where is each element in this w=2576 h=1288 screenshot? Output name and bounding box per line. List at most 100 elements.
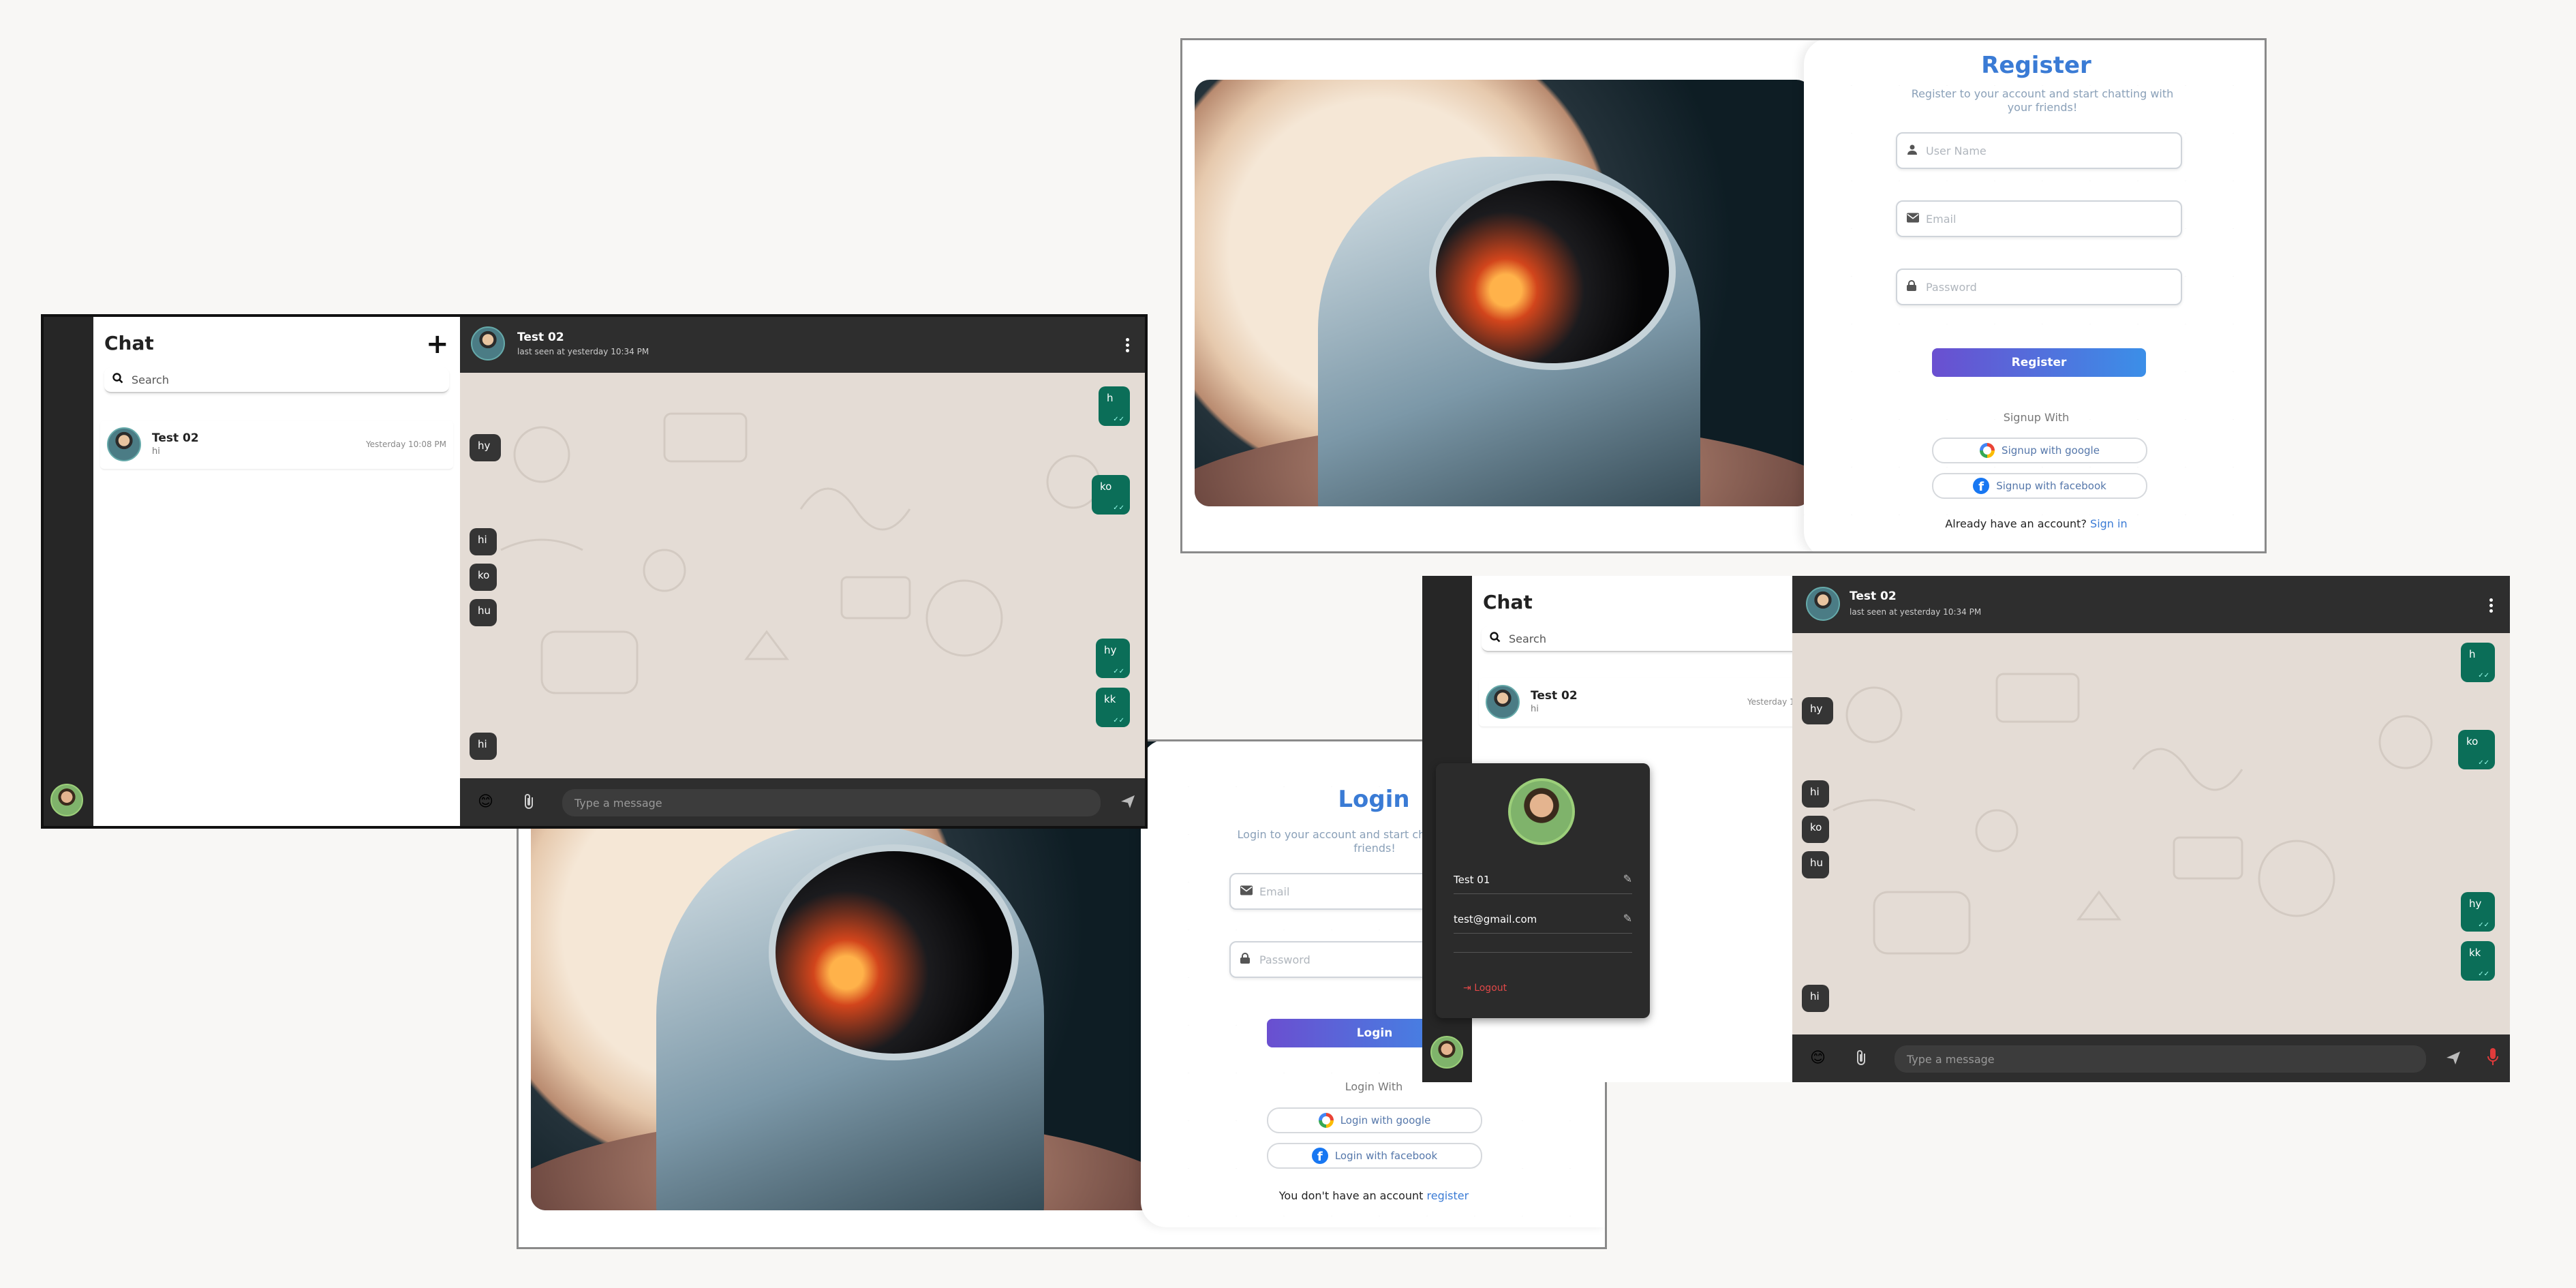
message-bubble-out[interactable]: h ✓✓ xyxy=(2461,643,2495,682)
message-text: h xyxy=(1107,392,1114,404)
contact-last-message: hi xyxy=(152,446,160,457)
message-input-right[interactable]: Type a message xyxy=(1895,1045,2426,1073)
lock-icon xyxy=(1907,280,1916,294)
login-facebook-button[interactable]: f Login with facebook xyxy=(1267,1143,1482,1169)
search-input[interactable]: Search xyxy=(104,367,449,393)
edit-name-pencil-icon[interactable]: ✎ xyxy=(1623,872,1632,885)
profile-popup: Test 01 ✎ test@gmail.com ✎ ⇥ Logout xyxy=(1436,763,1650,1018)
message-text: kk xyxy=(2469,947,2481,959)
message-bubble-in[interactable]: ko xyxy=(1802,816,1829,843)
profile-name: Test 01 xyxy=(1454,874,1490,886)
message-input[interactable]: Type a message xyxy=(562,789,1101,816)
header-last-seen: last seen at yesterday 10:34 PM xyxy=(517,347,649,356)
register-button[interactable]: Register xyxy=(1932,348,2146,377)
message-bubble-in[interactable]: hi xyxy=(470,733,497,760)
send-icon[interactable] xyxy=(1120,793,1136,813)
message-bubble-out[interactable]: ko ✓✓ xyxy=(2458,730,2495,769)
message-text: ko xyxy=(1100,480,1112,493)
header-avatar[interactable] xyxy=(471,326,505,361)
message-bubble-out[interactable]: kk ✓✓ xyxy=(2461,941,2495,981)
message-text: hu xyxy=(1810,857,1824,869)
logout-button[interactable]: ⇥ Logout xyxy=(1463,983,1507,994)
username-placeholder: User Name xyxy=(1926,144,1987,157)
sign-in-link[interactable]: Sign in xyxy=(2090,517,2128,530)
signup-facebook-button[interactable]: f Signup with facebook xyxy=(1932,473,2147,499)
username-field[interactable]: User Name xyxy=(1896,132,2182,169)
login-google-button[interactable]: Login with google xyxy=(1267,1107,1482,1133)
conversation-pane-right: Test 02 last seen at yesterday 10:34 PM … xyxy=(1792,576,2510,1082)
facebook-icon-login: f xyxy=(1311,1148,1328,1164)
message-bubble-in[interactable]: hy xyxy=(470,434,501,461)
paperclip-icon[interactable] xyxy=(523,793,536,813)
register-link[interactable]: register xyxy=(1427,1189,1469,1202)
header-name: Test 02 xyxy=(517,331,564,344)
message-bubble-in[interactable]: hi xyxy=(470,528,497,555)
astronaut-image xyxy=(1195,80,1811,506)
message-text: ko xyxy=(2466,735,2479,748)
message-input-placeholder-right: Type a message xyxy=(1907,1052,1995,1066)
message-bubble-out[interactable]: ko ✓✓ xyxy=(1092,475,1130,515)
message-text: hi xyxy=(478,534,487,546)
microphone-icon-right[interactable] xyxy=(2487,1048,2498,1069)
read-ticks-icon: ✓✓ xyxy=(1113,668,1124,675)
read-ticks-icon: ✓✓ xyxy=(2478,672,2489,679)
contact-item[interactable]: Test 02 hi Yesterday 10:08 PM xyxy=(100,420,453,470)
message-text: ko xyxy=(478,569,490,581)
read-ticks-icon: ✓✓ xyxy=(1113,504,1124,512)
more-options-icon-right[interactable] xyxy=(2489,596,2494,615)
edit-email-pencil-icon[interactable]: ✎ xyxy=(1623,912,1632,925)
more-options-icon[interactable] xyxy=(1126,336,1130,354)
search-icon-right xyxy=(1490,632,1501,645)
message-text: hi xyxy=(478,738,487,750)
email-placeholder: Email xyxy=(1926,212,1957,226)
search-icon xyxy=(112,373,123,386)
message-bubble-in[interactable]: hy xyxy=(1802,697,1833,724)
paperclip-icon-right[interactable] xyxy=(1855,1049,1869,1069)
message-bubble-in[interactable]: hu xyxy=(1802,851,1829,878)
emoji-icon[interactable]: 😊 xyxy=(478,795,493,810)
contact-last-message-right: hi xyxy=(1531,704,1539,714)
message-bubble-out[interactable]: hy ✓✓ xyxy=(1096,639,1130,678)
read-ticks-icon: ✓✓ xyxy=(2478,921,2489,929)
message-text: hi xyxy=(1810,990,1820,1002)
contact-time: Yesterday 10:08 PM xyxy=(365,440,446,449)
contact-avatar xyxy=(107,427,141,461)
email-field[interactable]: Email xyxy=(1896,200,2182,237)
message-bubble-in[interactable]: hi xyxy=(1802,985,1829,1012)
google-icon xyxy=(1980,443,1995,458)
contact-item-right[interactable]: Test 02 hi Yesterday 10:08 PM xyxy=(1479,678,1835,727)
chat-title: Chat xyxy=(104,332,154,354)
login-footer-text: You don't have an account xyxy=(1278,1189,1424,1202)
message-bubble-in[interactable]: ko xyxy=(470,564,497,591)
message-bubble-out[interactable]: kk ✓✓ xyxy=(1096,688,1130,727)
conversation-pane: Test 02 last seen at yesterday 10:34 PM … xyxy=(460,317,1145,826)
user-avatar-right[interactable] xyxy=(1430,1036,1463,1069)
plus-icon[interactable]: + xyxy=(426,331,449,358)
message-bubble-out[interactable]: h ✓✓ xyxy=(1099,386,1130,426)
emoji-icon-right[interactable]: 😊 xyxy=(1810,1051,1826,1066)
read-ticks-icon: ✓✓ xyxy=(2478,970,2489,978)
message-bubble-in[interactable]: hu xyxy=(470,599,497,626)
header-avatar-right[interactable] xyxy=(1806,587,1840,621)
register-footer: Already have an account? Sign in xyxy=(1804,517,2265,530)
message-bubble-out[interactable]: hy ✓✓ xyxy=(2461,892,2495,932)
send-icon-right[interactable] xyxy=(2445,1049,2462,1069)
user-avatar[interactable] xyxy=(50,784,83,816)
register-title: Register xyxy=(1981,52,2091,79)
password-field[interactable]: Password xyxy=(1896,269,2182,305)
contact-avatar-right xyxy=(1486,685,1520,719)
signup-google-button[interactable]: Signup with google xyxy=(1932,438,2147,463)
google-icon-login xyxy=(1318,1113,1334,1128)
login-facebook-label: Login with facebook xyxy=(1334,1150,1438,1162)
message-bubble-in[interactable]: hi xyxy=(1802,780,1829,808)
search-input-right[interactable]: Search xyxy=(1482,626,1826,652)
header-name-right: Test 02 xyxy=(1850,589,1897,603)
message-text: hy xyxy=(478,440,491,452)
register-footer-text: Already have an account? xyxy=(1945,517,2087,530)
signup-with-label: Signup With xyxy=(2003,411,2070,424)
message-text: ko xyxy=(1810,821,1822,833)
message-text: hy xyxy=(1810,703,1823,715)
header-last-seen-right: last seen at yesterday 10:34 PM xyxy=(1850,607,1982,617)
message-input-bar-right: 😊 Type a message xyxy=(1792,1034,2510,1082)
message-text: hu xyxy=(478,604,491,617)
